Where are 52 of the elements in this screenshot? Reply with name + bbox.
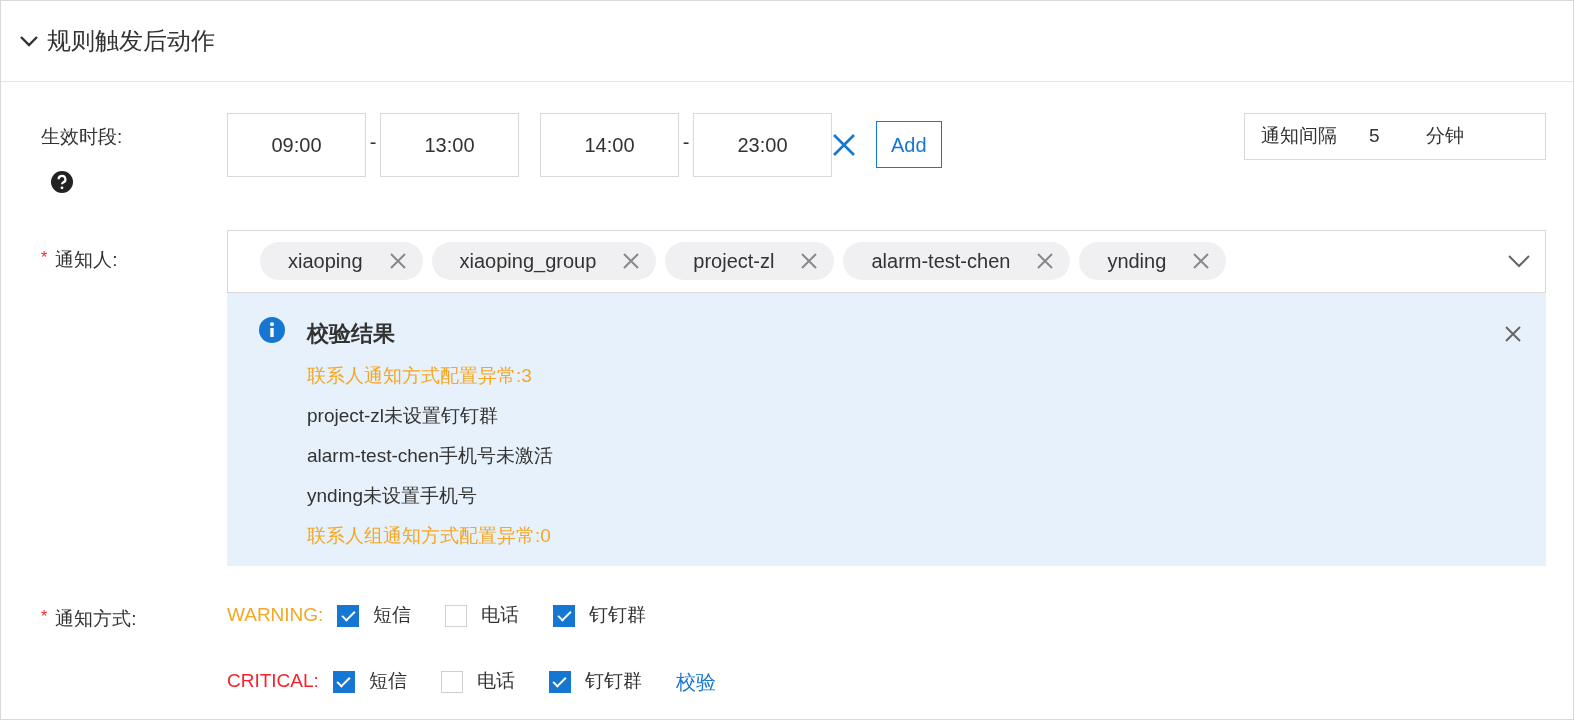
tag-text: xiaoping_group (459, 249, 597, 275)
chevron-down-icon[interactable] (1507, 254, 1531, 268)
interval-value: 5 (1369, 124, 1380, 149)
required-mark: * (41, 606, 48, 627)
option-label: 短信 (368, 669, 407, 694)
info-icon (259, 316, 285, 343)
close-icon[interactable] (1504, 324, 1522, 343)
checkbox[interactable] (332, 670, 355, 693)
alert-message: project-zl未设置钉钉群 (307, 403, 500, 428)
close-icon[interactable] (1192, 252, 1211, 270)
option-label: 钉钉群 (589, 603, 647, 628)
verify-link[interactable]: 校验 (675, 666, 716, 697)
tag-text: alarm-test-chen (871, 249, 1011, 274)
close-icon[interactable] (1036, 252, 1055, 270)
option-label: 电话 (476, 669, 515, 694)
checkbox[interactable] (553, 604, 576, 627)
required-mark: * (41, 247, 48, 268)
time-input[interactable]: 14:00 (540, 113, 679, 177)
interval-field[interactable]: 通知间隔 5 分钟 (1244, 113, 1546, 160)
option-label: 短信 (373, 603, 412, 628)
time-input[interactable]: 23:00 (693, 113, 832, 177)
checkbox[interactable] (337, 604, 360, 627)
close-icon[interactable] (388, 252, 407, 270)
level-label: CRITICAL: (227, 669, 319, 694)
close-icon[interactable] (832, 133, 856, 157)
interval-unit: 分钟 (1425, 124, 1464, 149)
option-label: 钉钉群 (584, 669, 642, 694)
range-separator: - (681, 130, 691, 155)
time-input[interactable]: 09:00 (227, 113, 366, 177)
option-label: 电话 (481, 603, 520, 628)
interval-label: 通知间隔 (1261, 124, 1337, 149)
tag-text: xiaoping (288, 249, 363, 274)
alert-message: 联系人组通知方式配置异常:0 (307, 523, 552, 548)
time-input[interactable]: 13:00 (380, 113, 519, 177)
field-label: 通知方式: (55, 606, 137, 631)
range-separator: - (368, 130, 378, 155)
alert-message: alarm-test-chen手机号未激活 (307, 443, 553, 468)
alert-message: 联系人通知方式配置异常:3 (307, 363, 533, 388)
field-label: 通知人: (55, 247, 118, 272)
help-icon[interactable] (50, 169, 74, 194)
checkbox[interactable] (548, 670, 571, 693)
alert-message: ynding未设置手机号 (307, 483, 478, 508)
recipient-select[interactable]: xiaoping xiaoping_group project-zl alarm-test-chen ynding (227, 229, 1546, 293)
close-icon[interactable] (622, 252, 641, 270)
level-label: WARNING: (227, 603, 324, 628)
tag-text: ynding (1107, 249, 1167, 274)
add-button[interactable]: Add (876, 121, 942, 168)
section-title: 规则触发后动作 (47, 26, 215, 56)
tag-text: project-zl (693, 249, 775, 274)
alert-title: 校验结果 (307, 319, 396, 348)
close-icon[interactable] (800, 252, 819, 270)
field-label: 生效时段: (41, 125, 124, 149)
